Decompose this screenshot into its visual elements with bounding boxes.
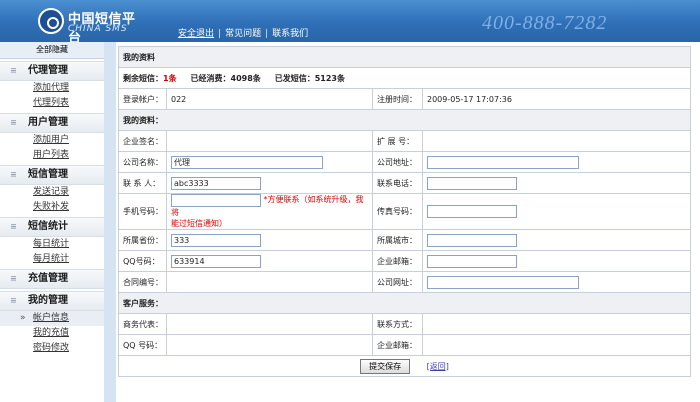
page-title: 我的资料 bbox=[118, 46, 691, 68]
sidebar-item-monthly-stats[interactable]: 每月统计 bbox=[0, 252, 104, 267]
qq2-value bbox=[166, 334, 373, 356]
sign-label: 企业签名： bbox=[118, 130, 167, 152]
sidebar: 全部隐藏 ≡ 代理管理 添加代理 代理列表 ≡ 用户管理 添加用户 用户列表 ≡ 短信… bbox=[0, 42, 105, 402]
email2-label: 企业邮箱： bbox=[372, 334, 423, 356]
qq2-label: QQ 号码： bbox=[118, 334, 167, 356]
sidebar-group-my[interactable]: ≡ 我的管理 bbox=[0, 291, 104, 311]
top-nav: 安全退出 | 常见问题 | 联系我们 bbox=[178, 29, 309, 39]
province-label: 所属省份： bbox=[118, 229, 167, 251]
sidebar-item-my-recharge[interactable]: 我的充值 bbox=[0, 326, 104, 341]
contact-link[interactable]: 联系我们 bbox=[272, 29, 308, 39]
sidebar-item-change-password[interactable]: 密码修改 bbox=[0, 341, 104, 356]
fax-label: 传真号码： bbox=[372, 193, 423, 230]
account-label: 登录帐户： bbox=[118, 88, 167, 110]
ext-value bbox=[422, 130, 691, 152]
header: 中国短信平台 CHINA SMS 安全退出 | 常见问题 | 联系我们 400-888-… bbox=[0, 0, 700, 46]
company-input[interactable] bbox=[171, 155, 323, 169]
email2-value bbox=[422, 334, 691, 356]
main-content: 我的资料 剩余短信：1条 已经消费：4098条 已发短信：5123条 登录帐户：… bbox=[118, 46, 691, 402]
profile-form: 我的资料 剩余短信：1条 已经消费：4098条 已发短信：5123条 登录帐户：… bbox=[118, 46, 691, 377]
mobile-input[interactable] bbox=[171, 194, 261, 207]
sidebar-item-add-agent[interactable]: 添加代理 bbox=[0, 81, 104, 96]
qq-label: QQ号码： bbox=[118, 250, 167, 272]
regtime-value: 2009-05-17 17:07:36 bbox=[422, 88, 691, 110]
bullet-icon: » bbox=[20, 313, 26, 323]
sidebar-item-agent-list[interactable]: 代理列表 bbox=[0, 96, 104, 111]
arrow-icon: ≡ bbox=[10, 296, 17, 305]
company-label: 公司名称： bbox=[118, 151, 167, 173]
site-label: 公司网址： bbox=[372, 271, 423, 293]
contract-value bbox=[166, 271, 373, 293]
email-label: 企业邮箱： bbox=[372, 250, 423, 272]
province-input[interactable] bbox=[171, 233, 261, 247]
sidebar-item-user-list[interactable]: 用户列表 bbox=[0, 148, 104, 163]
account-value: 022 bbox=[166, 88, 373, 110]
mobile-label: 手机号码： bbox=[118, 193, 167, 230]
remaining-sms: 1条 bbox=[163, 73, 177, 83]
section-profile: 我的资料： bbox=[118, 109, 691, 131]
arrow-icon: ≡ bbox=[10, 170, 17, 179]
sidebar-item-account-info[interactable]: » 帐户信息 bbox=[0, 311, 104, 326]
arrow-icon: ≡ bbox=[10, 222, 17, 231]
contract-label: 合同编号： bbox=[118, 271, 167, 293]
tel-label: 联系电话： bbox=[372, 172, 423, 194]
logo: 中国短信平台 CHINA SMS bbox=[38, 8, 148, 46]
site-input[interactable] bbox=[427, 275, 579, 289]
ext-label: 扩 展 号： bbox=[372, 130, 423, 152]
divider-strip bbox=[104, 42, 116, 402]
fax-input[interactable] bbox=[427, 205, 517, 218]
contact-label: 联 系 人： bbox=[118, 172, 167, 194]
email-input[interactable] bbox=[427, 254, 517, 268]
tel-input[interactable] bbox=[427, 176, 517, 190]
logout-link[interactable]: 安全退出 bbox=[178, 29, 214, 39]
collapse-all-toggle[interactable]: 全部隐藏 bbox=[0, 42, 104, 59]
arrow-icon: ≡ bbox=[10, 118, 17, 127]
logo-mark-icon bbox=[38, 8, 64, 34]
address-input[interactable] bbox=[427, 155, 579, 169]
contact-way-value bbox=[422, 313, 691, 335]
city-label: 所属城市： bbox=[372, 229, 423, 251]
sidebar-group-stats[interactable]: ≡ 短信统计 bbox=[0, 217, 104, 237]
sent-sms: 5123条 bbox=[314, 73, 345, 83]
faq-link[interactable]: 常见问题 bbox=[225, 29, 261, 39]
address-label: 公司地址： bbox=[372, 151, 423, 173]
contact-way-label: 联系方式： bbox=[372, 313, 423, 335]
sign-value bbox=[166, 130, 373, 152]
rep-label: 商务代表： bbox=[118, 313, 167, 335]
sidebar-item-send-records[interactable]: 发送记录 bbox=[0, 185, 104, 200]
mobile-hint-2: 能过短信通知） bbox=[171, 219, 227, 228]
sidebar-group-agent[interactable]: ≡ 代理管理 bbox=[0, 61, 104, 81]
back-link[interactable]: [返回] bbox=[427, 362, 449, 371]
arrow-icon: ≡ bbox=[10, 66, 17, 75]
section-service: 客户服务： bbox=[118, 292, 691, 314]
city-input[interactable] bbox=[427, 233, 517, 247]
stats-row: 剩余短信：1条 已经消费：4098条 已发短信：5123条 bbox=[118, 67, 691, 89]
sidebar-item-daily-stats[interactable]: 每日统计 bbox=[0, 237, 104, 252]
arrow-icon: ≡ bbox=[10, 274, 17, 283]
hotline-number: 400-888-7282 bbox=[482, 12, 608, 34]
regtime-label: 注册时间： bbox=[372, 88, 423, 110]
logo-text-en: CHINA SMS bbox=[68, 24, 128, 34]
qq-input[interactable] bbox=[171, 254, 261, 268]
sidebar-group-sms[interactable]: ≡ 短信管理 bbox=[0, 165, 104, 185]
spent-sms: 4098条 bbox=[230, 73, 261, 83]
contact-input[interactable] bbox=[171, 176, 261, 190]
sidebar-item-resend-failed[interactable]: 失败补发 bbox=[0, 200, 104, 215]
rep-value bbox=[166, 313, 373, 335]
sidebar-item-add-user[interactable]: 添加用户 bbox=[0, 133, 104, 148]
sidebar-group-recharge[interactable]: ≡ 充值管理 bbox=[0, 269, 104, 289]
sidebar-group-user[interactable]: ≡ 用户管理 bbox=[0, 113, 104, 133]
save-button[interactable]: 提交保存 bbox=[360, 358, 411, 374]
